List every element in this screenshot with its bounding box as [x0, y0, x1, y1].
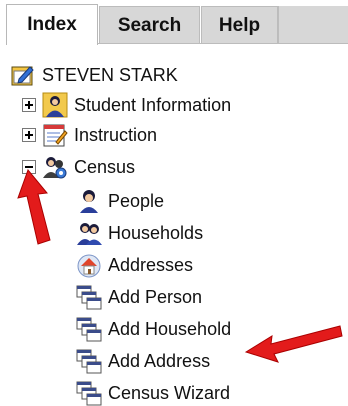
annotation-arrow-up-icon: [17, 169, 51, 245]
person-icon: [76, 188, 102, 214]
tree-item-label: Add Address: [108, 350, 211, 371]
edit-folder-icon: [10, 62, 36, 88]
tab-index[interactable]: Index: [6, 4, 98, 45]
tree-item-add-address[interactable]: Add Address: [76, 346, 210, 376]
person-icon: [42, 92, 68, 118]
tree-item-add-person[interactable]: Add Person: [76, 282, 202, 312]
tree-item-instruction[interactable]: Instruction: [22, 120, 157, 150]
tab-help-label: Help: [218, 14, 261, 36]
windows-stack-icon: [76, 316, 102, 342]
tab-search[interactable]: Search: [99, 6, 200, 44]
tree-item-census-wizard[interactable]: Census Wizard: [76, 378, 230, 406]
tree-item-label: Addresses: [108, 254, 194, 275]
expand-toggle[interactable]: [22, 128, 36, 142]
tree-item-label: Census: [74, 156, 136, 177]
annotation-arrow-left-icon: [244, 325, 343, 363]
tree-item-add-household[interactable]: Add Household: [76, 314, 231, 344]
tree-item-student-information[interactable]: Student Information: [22, 90, 231, 120]
windows-stack-icon: [76, 348, 102, 374]
house-icon: [76, 252, 102, 278]
tree-item-addresses[interactable]: Addresses: [76, 250, 193, 280]
windows-stack-icon: [76, 284, 102, 310]
tree-item-label: Census Wizard: [108, 382, 231, 403]
tab-search-label: Search: [117, 14, 182, 36]
tree-root[interactable]: STEVEN STARK: [10, 60, 178, 90]
tree-item-label: Student Information: [74, 94, 232, 115]
notepad-icon: [42, 122, 68, 148]
people-icon: [76, 220, 102, 246]
tab-index-label: Index: [27, 14, 77, 35]
tab-bar: Search Help Index: [0, 0, 348, 45]
tree-item-label: Add Person: [108, 286, 203, 307]
tree-item-people[interactable]: People: [76, 186, 164, 216]
tree-item-households[interactable]: Households: [76, 218, 203, 248]
tab-help[interactable]: Help: [201, 6, 278, 44]
tab-bar-filler: [278, 6, 348, 44]
expand-toggle[interactable]: [22, 98, 36, 112]
tree-root-label: STEVEN STARK: [42, 64, 178, 85]
tree-item-label: Add Household: [108, 318, 232, 339]
windows-stack-icon: [76, 380, 102, 406]
tree-item-label: People: [108, 190, 165, 211]
tab-divider: [98, 43, 348, 44]
tree-item-label: Instruction: [74, 124, 158, 145]
tree-item-label: Households: [108, 222, 204, 243]
